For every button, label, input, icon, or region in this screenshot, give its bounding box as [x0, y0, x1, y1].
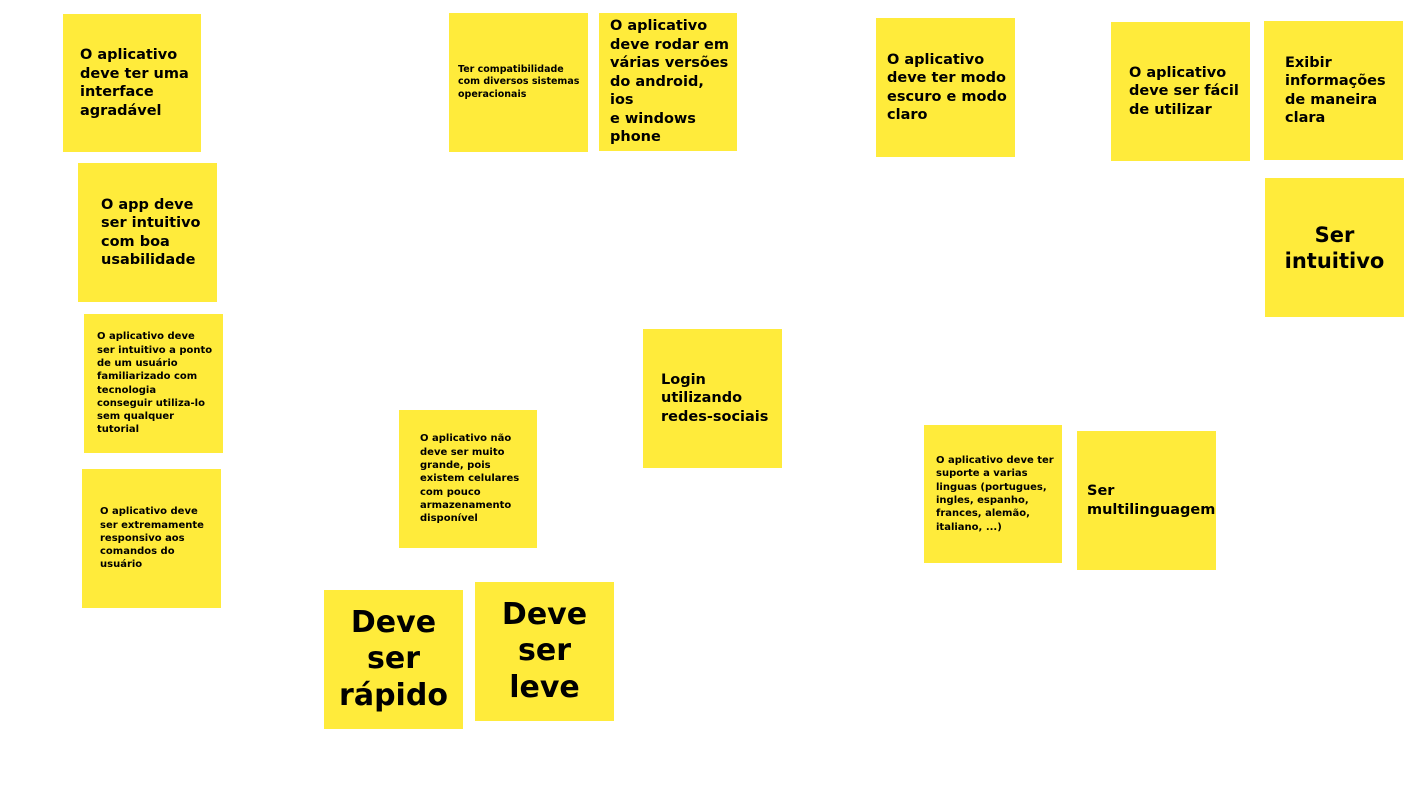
sticky-note-intuitivo-usabilidade[interactable]: O app deve ser intuitivo com boa usabili…	[78, 163, 217, 302]
sticky-note-text: Ter compatibilidade com diversos sistema…	[458, 63, 580, 100]
sticky-note-text: O aplicativo deve ser intuitivo a ponto …	[97, 331, 213, 436]
sticky-note-text: O aplicativo não deve ser muito grande, …	[420, 433, 520, 525]
sticky-note-modo-escuro[interactable]: O aplicativo deve ter modo escuro e modo…	[876, 18, 1015, 157]
sticky-note-text: O aplicativo deve ser fácil de utilizar	[1129, 64, 1239, 118]
sticky-note-informacoes-claras[interactable]: Exibir informações de maneira clara	[1264, 21, 1403, 160]
sticky-note-text: Login utilizando redes-sociais	[661, 371, 769, 425]
sticky-note-sem-tutorial[interactable]: O aplicativo deve ser intuitivo a ponto …	[84, 314, 223, 453]
sticky-note-ser-intuitivo[interactable]: Ser intuitivo	[1265, 178, 1404, 317]
sticky-note-text: O aplicativo deve ter uma interface agra…	[80, 47, 189, 119]
sticky-note-varias-linguas[interactable]: O aplicativo deve ter suporte a varias l…	[924, 425, 1062, 563]
sticky-note-versoes-android-ios[interactable]: O aplicativo deve rodar em várias versõe…	[599, 13, 737, 151]
sticky-note-compatibilidade[interactable]: Ter compatibilidade com diversos sistema…	[449, 13, 588, 152]
sticky-note-text: O aplicativo deve ter suporte a varias l…	[936, 455, 1054, 533]
sticky-note-login-redes-sociais[interactable]: Login utilizando redes-sociais	[643, 329, 782, 468]
sticky-note-text: O aplicativo deve ter modo escuro e modo…	[887, 51, 1007, 124]
sticky-note-deve-ser-leve[interactable]: Deve ser leve	[475, 582, 614, 721]
sticky-note-facil-utilizar[interactable]: O aplicativo deve ser fácil de utilizar	[1111, 22, 1250, 161]
sticky-note-text: O app deve ser intuitivo com boa usabili…	[101, 196, 201, 269]
sticky-note-text: Ser intuitivo	[1284, 222, 1385, 273]
sticky-note-responsivo[interactable]: O aplicativo deve ser extremamente respo…	[82, 469, 221, 608]
sticky-note-text: Deve ser rápido	[339, 604, 448, 713]
sticky-note-deve-ser-rapido[interactable]: Deve ser rápido	[324, 590, 463, 729]
sticky-note-text: O aplicativo deve ser extremamente respo…	[100, 506, 204, 571]
sticky-note-interface-agradavel[interactable]: O aplicativo deve ter uma interface agra…	[63, 14, 201, 152]
sticky-note-armazenamento[interactable]: O aplicativo não deve ser muito grande, …	[399, 410, 537, 548]
sticky-note-text: Exibir informações de maneira clara	[1285, 54, 1386, 127]
sticky-note-text: O aplicativo deve rodar em várias versõe…	[610, 18, 729, 146]
sticky-note-multilinguagem[interactable]: Ser multilinguagem	[1077, 431, 1216, 570]
sticky-note-text: Ser multilinguagem	[1087, 483, 1216, 518]
sticky-note-text: Deve ser leve	[501, 596, 588, 705]
